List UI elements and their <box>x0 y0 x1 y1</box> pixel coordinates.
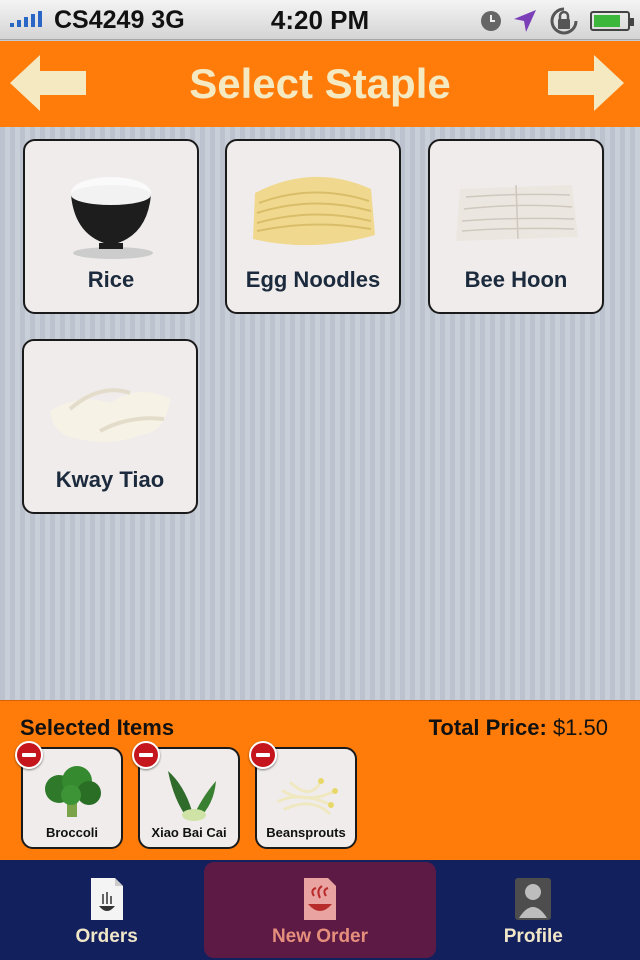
selected-item-label: Xiao Bai Cai <box>151 825 227 840</box>
broccoli-icon <box>45 766 101 817</box>
tab-orders[interactable]: Orders <box>0 860 213 960</box>
total-price-label: Total Price: <box>428 715 547 740</box>
selected-item-label: Beansprouts <box>266 825 346 840</box>
alarm-clock-icon <box>481 11 501 31</box>
bee-hoon-icon <box>456 184 578 241</box>
bok-choy-icon <box>168 771 216 821</box>
orders-icon <box>90 878 123 920</box>
selected-item-broccoli[interactable]: Broccoli <box>15 741 123 849</box>
tab-new-order[interactable]: New Order <box>213 860 426 960</box>
staple-tile-bee-hoon[interactable]: Bee Hoon <box>428 139 604 314</box>
battery-icon <box>590 11 634 31</box>
staple-label: Egg Noodles <box>245 267 381 292</box>
selected-items-tray: Selected Items Total Price: $1.50 Brocco… <box>0 700 640 860</box>
status-icons <box>480 6 634 36</box>
tab-bar: Orders New Order Profile <box>0 860 640 960</box>
staple-label: Rice <box>87 267 135 292</box>
rice-bowl-icon <box>71 177 153 259</box>
staple-tile-egg-noodles[interactable]: Egg Noodles <box>225 139 401 314</box>
selected-item-label: Broccoli <box>45 825 98 840</box>
staple-tile-kway-tiao[interactable]: Kway Tiao <box>22 339 198 514</box>
selected-item-xiao-bai-cai[interactable]: Xiao Bai Cai <box>132 741 240 849</box>
selected-items-title: Selected Items <box>20 715 175 740</box>
tab-label: Profile <box>503 926 563 947</box>
remove-item-button[interactable] <box>132 741 160 769</box>
total-price: Total Price: $1.50 <box>429 715 608 741</box>
profile-icon <box>515 878 552 920</box>
beansprouts-icon <box>277 778 338 815</box>
tab-label: Orders <box>75 926 138 947</box>
total-price-value: $1.50 <box>552 715 608 740</box>
remove-item-button[interactable] <box>249 741 277 769</box>
location-arrow-icon <box>514 10 536 32</box>
kway-tiao-icon <box>50 388 170 443</box>
status-bar: CS4249 3G 4:20 PM <box>0 0 640 40</box>
tab-profile[interactable]: Profile <box>427 860 640 960</box>
staple-grid: Rice Egg Noodles Bee Hoon Kway Tiao <box>0 127 640 700</box>
staple-label: Bee Hoon <box>464 267 568 292</box>
rotation-lock-icon <box>550 7 578 35</box>
remove-item-button[interactable] <box>15 741 43 769</box>
tab-label: New Order <box>271 926 369 947</box>
header-bar: Select Staple <box>0 41 640 127</box>
arrow-right-icon[interactable] <box>546 53 626 113</box>
new-order-icon <box>303 878 336 920</box>
staple-label: Kway Tiao <box>55 467 165 492</box>
page-title: Select Staple <box>189 60 451 107</box>
arrow-left-icon[interactable] <box>8 53 88 113</box>
egg-noodles-icon <box>253 176 375 246</box>
selected-item-beansprouts[interactable]: Beansprouts <box>249 741 357 849</box>
staple-tile-rice[interactable]: Rice <box>23 139 199 314</box>
